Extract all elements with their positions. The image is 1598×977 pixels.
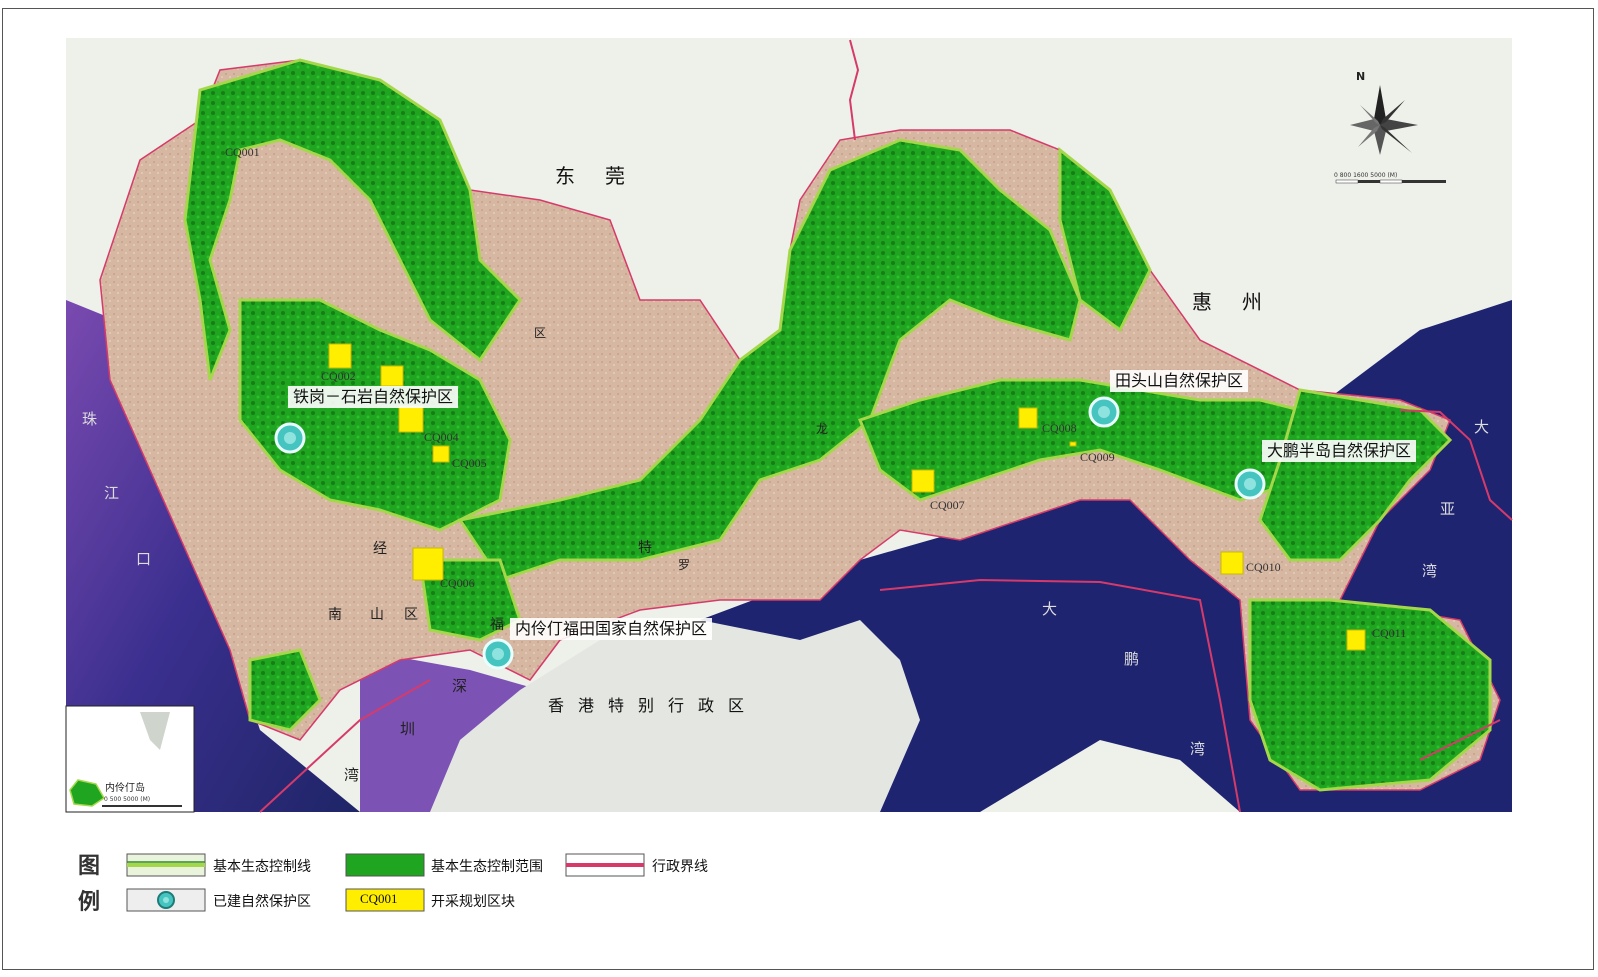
legend-reserve: 已建自然保护区 [213,894,311,910]
water-kou: 口 [136,550,152,568]
block-code-cq009: CQ009 [1080,450,1115,464]
block-cq008[interactable] [1018,407,1038,429]
reserve-label-neilingding: 内伶仃福田国家自然保护区 [510,618,713,640]
legend-block-sample: CQ001 [360,891,398,906]
block-cq003[interactable] [380,365,404,387]
legend-title-top: 图 [78,854,101,879]
water-ya: 亚 [1440,500,1456,518]
region-label-hongkong: 香港特别行政区 [548,696,759,715]
water-zhu: 珠 [82,410,98,428]
water-da: 大 [1474,418,1490,436]
region-label-huizhou: 惠州 [1192,290,1292,314]
block-code-cq001: CQ001 [225,145,260,159]
block-code-cq002: CQ002 [321,369,356,383]
region-char-luo: 罗 [678,558,691,572]
reserve-label-tiantoushan: 田头山自然保护区 [1110,370,1249,392]
water-jiang: 江 [104,484,120,502]
reserve-label-dapeng: 大鹏半岛自然保护区 [1262,440,1417,462]
block-cq010[interactable] [1220,551,1244,575]
legend-eco-line: 基本生态控制线 [213,859,311,875]
legend-title-bottom: 例 [78,890,101,915]
reserve-marker-dapeng[interactable] [1234,468,1266,500]
block-code-cq008: CQ008 [1042,421,1077,435]
water-zhen: 圳 [400,720,416,738]
compass-scale-label: 0 800 1600 5000 (M) [1334,172,1398,179]
region-char-long: 龙 [816,422,829,436]
block-code-cq006: CQ006 [440,576,475,590]
water-wan: 湾 [344,766,360,784]
legend-block: 开采规划区块 [431,894,515,910]
region-char-jing: 经 [373,541,387,557]
block-cq002-a[interactable] [328,343,352,369]
reserve-marker-tiegang[interactable] [274,422,306,454]
compass-scalebar [1335,179,1446,184]
block-cq006[interactable] [412,547,444,581]
reserve-label-tiegang: 铁岗－石岩自然保护区 [288,386,459,408]
legend-eco-area: 基本生态控制范围 [431,859,543,875]
inset-label: 内伶仃岛 [105,783,145,794]
block-code-cq004: CQ004 [424,430,459,444]
water-da2: 大 [1042,600,1058,618]
block-cq004[interactable] [398,405,424,433]
block-code-cq005: CQ005 [452,456,487,470]
water-peng: 鹏 [1124,650,1140,668]
reserve-marker-neilingding[interactable] [482,638,514,670]
water-wan2: 湾 [1422,562,1438,580]
region-label-dongguan: 东莞 [555,164,655,188]
block-cq011[interactable] [1346,629,1366,651]
compass-north-label: N [1356,70,1366,83]
district-char-shan: 山 [370,607,384,623]
water-shen: 深 [452,677,468,695]
block-cq005[interactable] [432,445,450,463]
district-char-qu: 区 [404,607,418,623]
district-char-fu: 福 [490,617,504,633]
block-code-cq007: CQ007 [930,498,965,512]
block-code-cq011: CQ011 [1372,626,1407,640]
region-char-qu: 区 [534,326,547,340]
block-cq007[interactable] [911,469,935,493]
water-wan3: 湾 [1190,740,1206,758]
inset-scale: 0 500 5000 (M) [104,796,151,803]
legend-admin-line: 行政界线 [652,859,708,875]
reserve-marker-tiantoushan[interactable] [1088,396,1120,428]
block-cq009[interactable] [1069,441,1077,447]
region-char-te: 特 [638,540,652,556]
district-char-nan: 南 [328,607,342,623]
block-code-cq010: CQ010 [1246,560,1281,574]
